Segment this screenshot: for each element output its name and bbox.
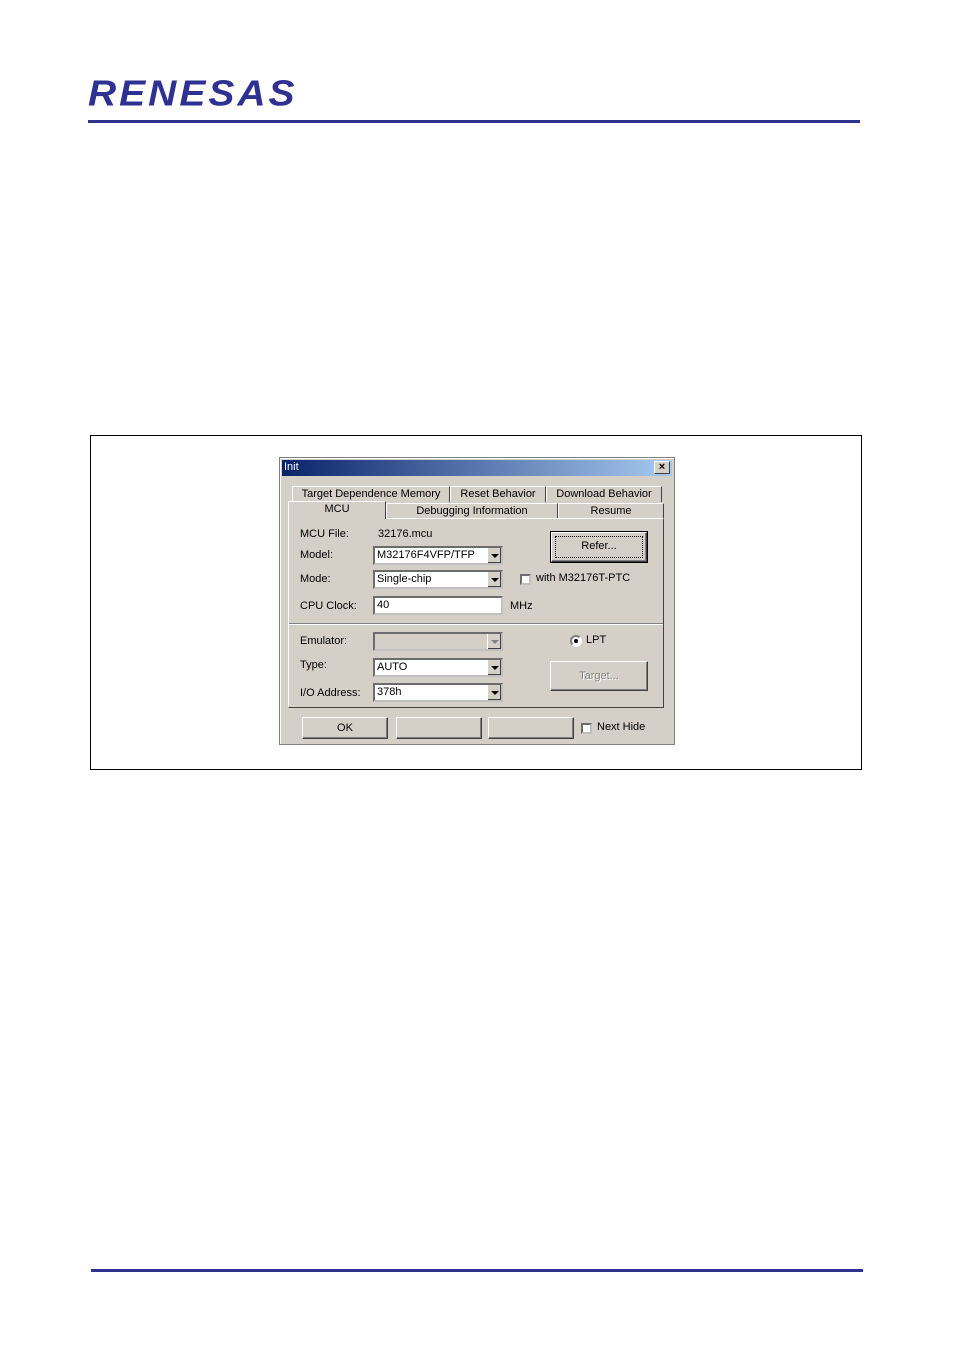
blank-button-2[interactable] xyxy=(488,717,574,739)
model-select-value: M32176F4VFP/TFP xyxy=(377,549,475,561)
chevron-down-icon[interactable] xyxy=(487,660,501,675)
tab-label: Debugging Information xyxy=(416,505,528,517)
section-separator xyxy=(289,623,663,625)
chevron-down-icon[interactable] xyxy=(487,634,501,649)
next-hide-label: Next Hide xyxy=(597,721,646,733)
close-icon: × xyxy=(658,461,666,473)
mode-select-value: Single-chip xyxy=(377,573,432,585)
tab-label: Download Behavior xyxy=(556,488,652,500)
model-select[interactable]: M32176F4VFP/TFP xyxy=(373,546,503,565)
chevron-down-icon[interactable] xyxy=(487,685,501,700)
renesas-logo: RENESAS xyxy=(88,74,348,118)
emulator-label: Emulator: xyxy=(300,635,348,647)
cpu-clock-label: CPU Clock: xyxy=(300,600,357,612)
io-address-label: I/O Address: xyxy=(300,687,361,699)
lpt-label: LPT xyxy=(586,634,607,646)
header-rule xyxy=(88,120,860,123)
dialog-titlebar[interactable]: Init × xyxy=(282,460,672,476)
with-ptc-label: with M32176T-PTC xyxy=(536,572,631,584)
tab-label: Reset Behavior xyxy=(460,488,536,500)
footer-rule xyxy=(91,1269,863,1272)
tab-label: Resume xyxy=(590,505,632,517)
tab-mcu[interactable]: MCU xyxy=(288,501,386,519)
type-label: Type: xyxy=(300,659,327,671)
io-address-select-value: 378h xyxy=(377,686,402,698)
chevron-down-icon[interactable] xyxy=(487,572,501,587)
lpt-radio[interactable] xyxy=(570,635,582,647)
emulator-select[interactable] xyxy=(373,632,503,651)
tab-debugging-information[interactable]: Debugging Information xyxy=(386,503,558,519)
cpu-clock-value: 40 xyxy=(377,599,390,611)
ok-button-label: OK xyxy=(337,722,353,734)
target-button-label: Target... xyxy=(579,670,619,682)
tab-label: Target Dependence Memory xyxy=(301,488,441,500)
mcu-file-label: MCU File: xyxy=(300,528,349,540)
tab-download-behavior[interactable]: Download Behavior xyxy=(546,486,662,502)
init-dialog: Init × Target Dependence Memory Reset Be… xyxy=(279,457,675,745)
target-button[interactable]: Target... xyxy=(550,661,648,691)
tab-reset-behavior[interactable]: Reset Behavior xyxy=(450,486,546,502)
close-button[interactable]: × xyxy=(654,461,670,474)
tab-target-dependence-memory[interactable]: Target Dependence Memory xyxy=(292,486,450,502)
blank-button-1[interactable] xyxy=(396,717,482,739)
model-label: Model: xyxy=(300,549,334,561)
next-hide-checkbox[interactable] xyxy=(581,723,592,734)
ok-button[interactable]: OK xyxy=(302,717,388,739)
with-ptc-checkbox[interactable] xyxy=(520,574,531,585)
io-address-select[interactable]: 378h xyxy=(373,683,503,702)
mode-select[interactable]: Single-chip xyxy=(373,570,503,589)
focus-ring xyxy=(555,536,643,558)
cpu-clock-input[interactable]: 40 xyxy=(373,596,503,615)
mcu-file-value: 32176.mcu xyxy=(378,528,433,540)
tab-label: MCU xyxy=(324,503,350,515)
tab-resume[interactable]: Resume xyxy=(558,503,664,519)
cpu-clock-unit: MHz xyxy=(510,600,533,612)
type-select-value: AUTO xyxy=(377,661,408,673)
refer-button[interactable]: Refer... xyxy=(550,531,648,563)
logo-text: RENESAS xyxy=(88,74,298,114)
mode-label: Mode: xyxy=(300,573,331,585)
chevron-down-icon[interactable] xyxy=(487,548,501,563)
dialog-title: Init xyxy=(284,461,299,473)
type-select[interactable]: AUTO xyxy=(373,658,503,677)
